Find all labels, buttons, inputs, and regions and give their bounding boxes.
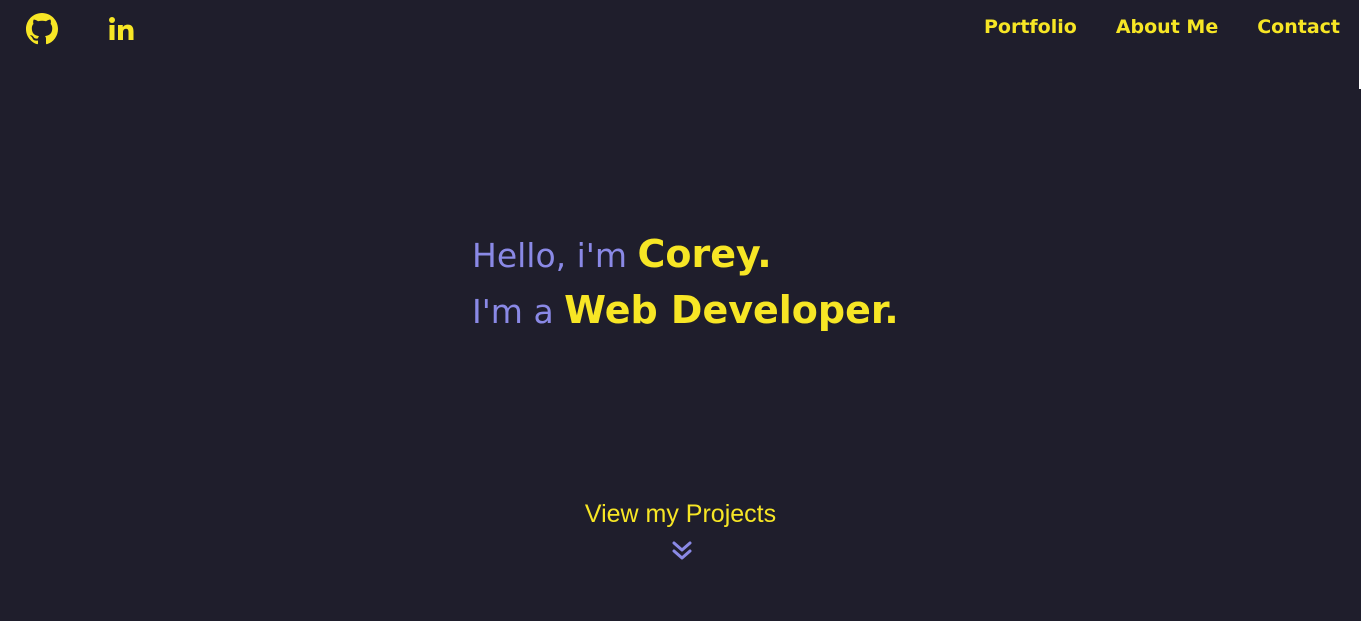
role-text: Web Developer.	[564, 288, 899, 332]
linkedin-link[interactable]	[106, 13, 138, 45]
main-nav: Portfolio About Me Contact	[984, 16, 1340, 38]
view-projects-cta: View my Projects	[0, 500, 1361, 529]
view-projects-link[interactable]: View my Projects	[585, 500, 776, 529]
github-link[interactable]	[26, 13, 58, 45]
role-prefix-text: I'm a	[472, 292, 565, 331]
nav-link-portfolio[interactable]: Portfolio	[984, 16, 1077, 38]
double-chevron-down-icon[interactable]	[670, 539, 694, 563]
linkedin-icon	[109, 17, 134, 40]
hero-line-greeting: Hello, i'm Corey.	[472, 226, 899, 282]
greeting-text: Hello, i'm	[472, 236, 638, 275]
hero-intro: Hello, i'm Corey. I'm a Web Developer.	[472, 226, 899, 338]
github-icon	[26, 13, 58, 45]
nav-link-contact[interactable]: Contact	[1257, 16, 1340, 38]
hero-line-role: I'm a Web Developer.	[472, 282, 899, 338]
nav-link-about-me[interactable]: About Me	[1116, 16, 1218, 38]
name-text: Corey.	[637, 232, 772, 276]
